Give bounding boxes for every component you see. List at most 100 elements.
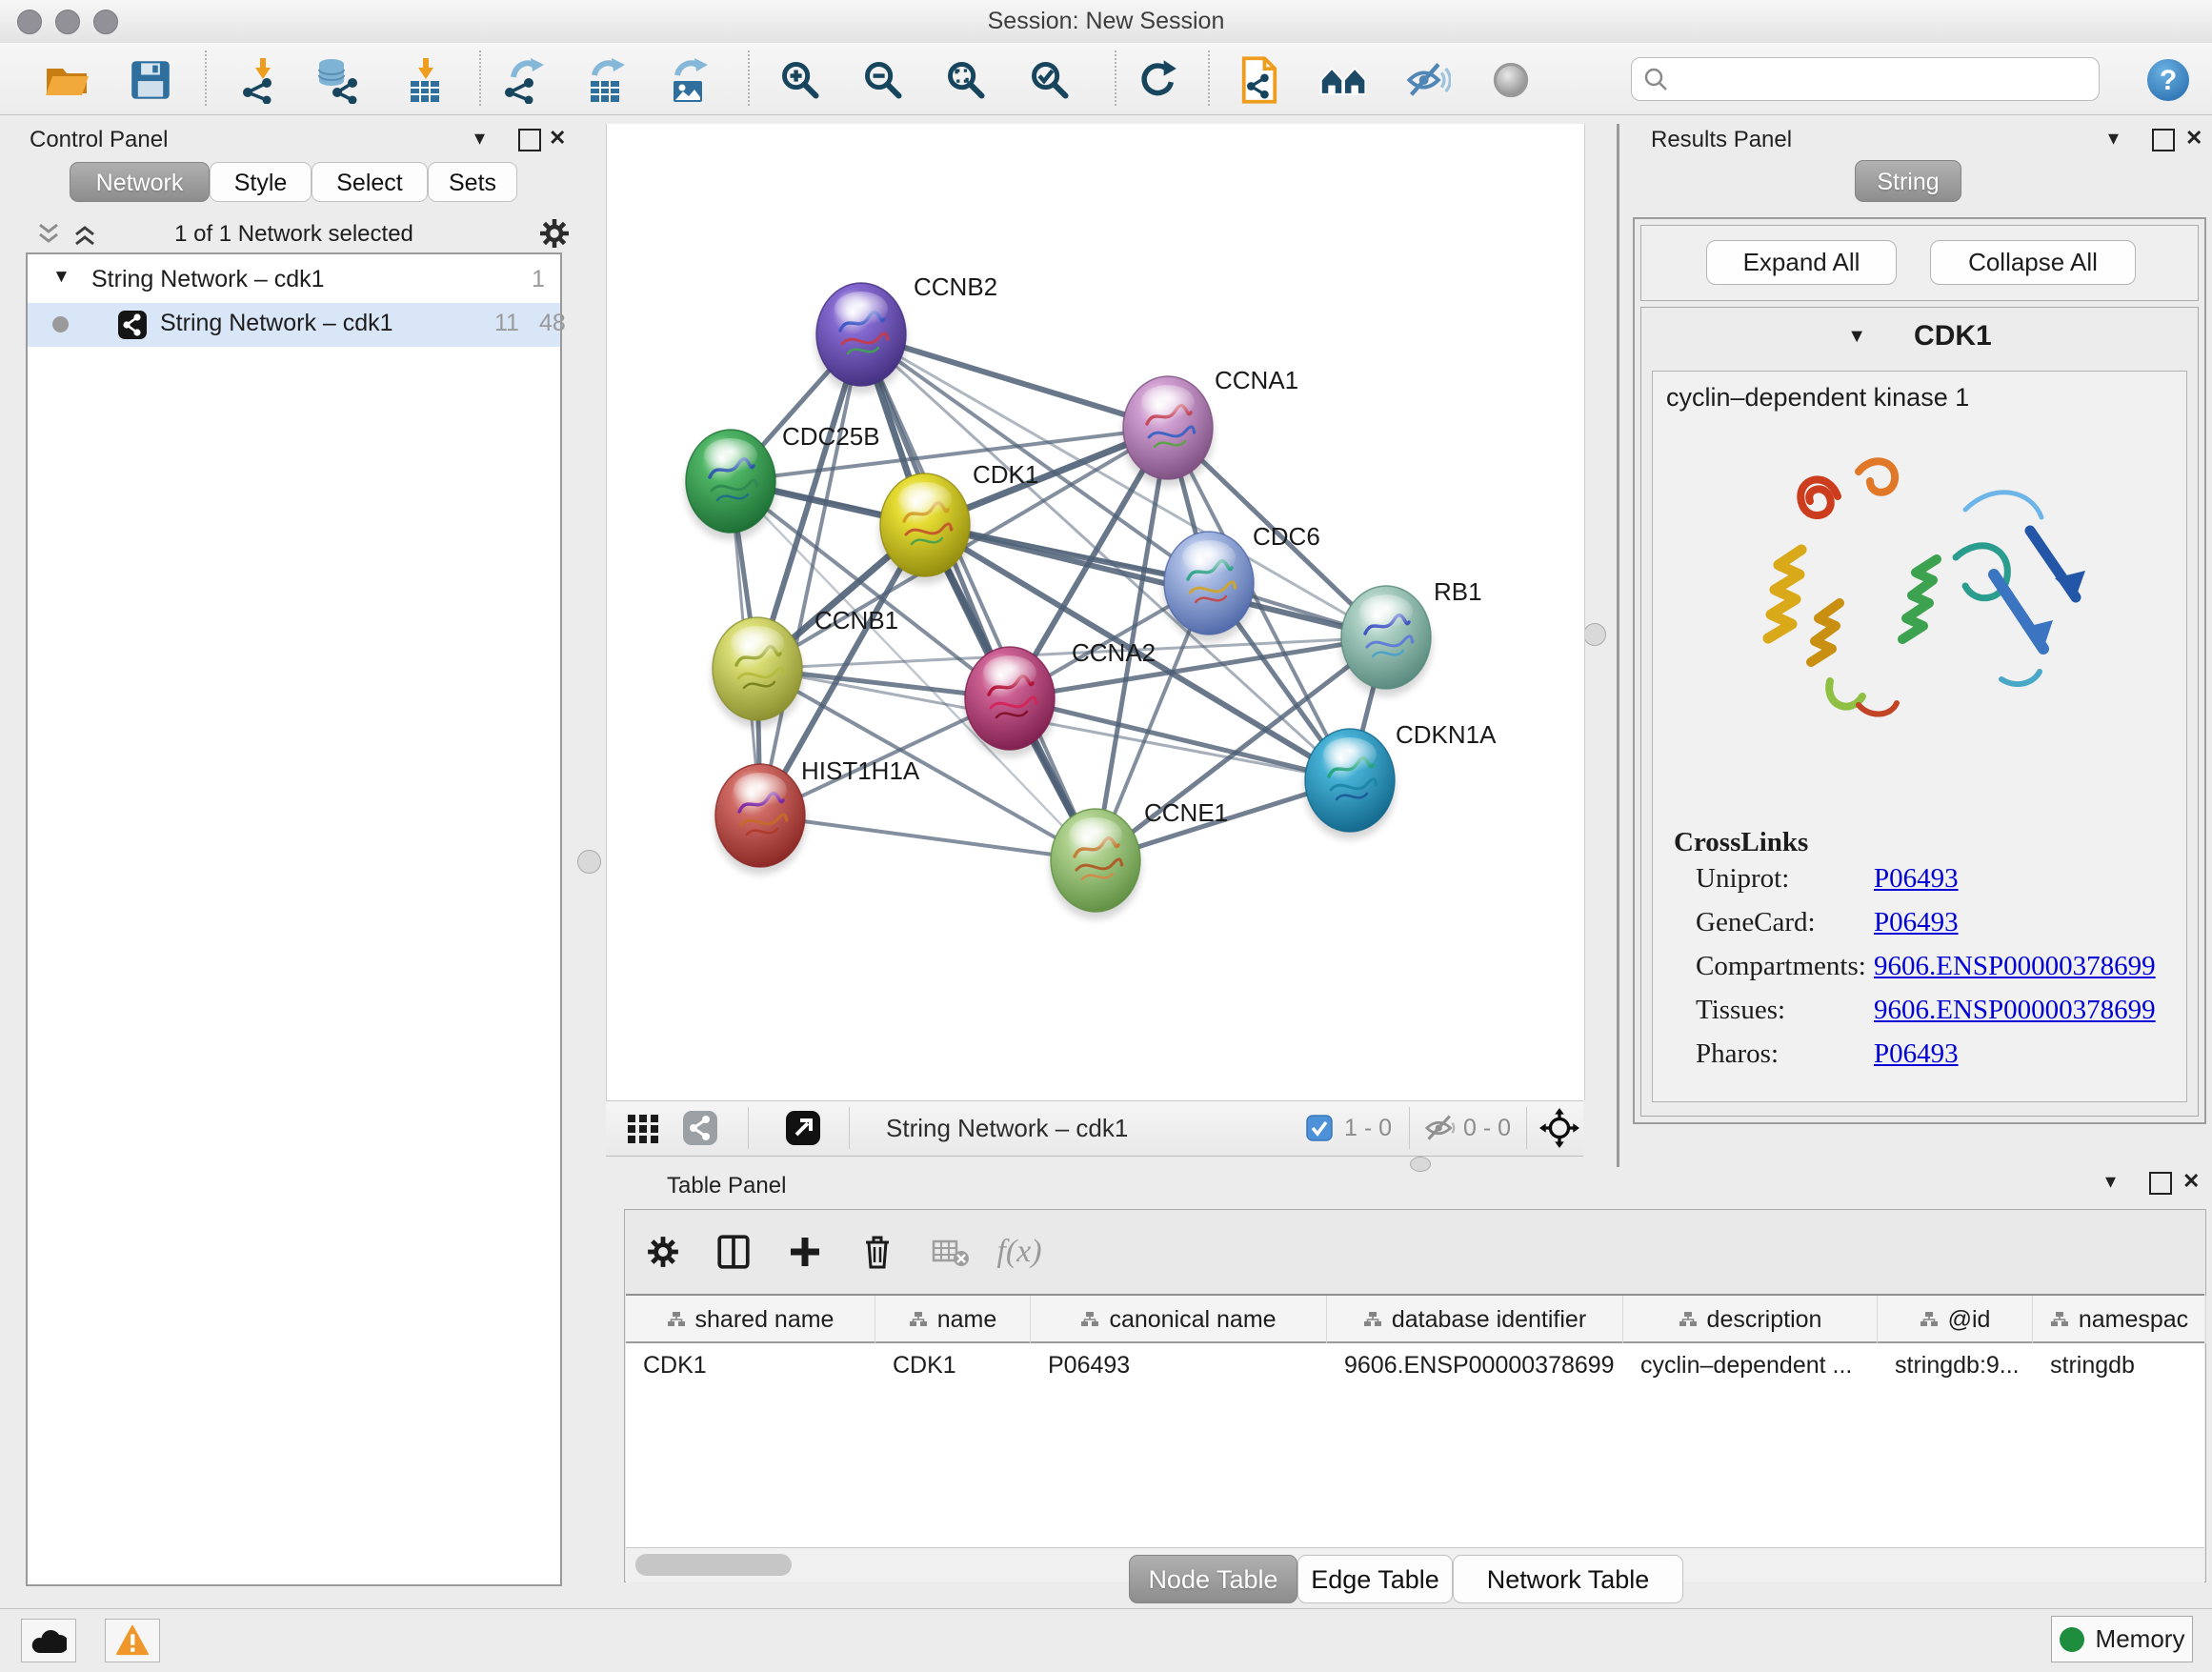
network-graph[interactable]: CCNB2CCNA1CDC25BCDK1CDC6RB1CCNB1CCNA2CDK… xyxy=(607,124,1584,1100)
tab-network[interactable]: Network xyxy=(70,162,210,202)
crosslink-value-tissues[interactable]: 9606.ENSP00000378699 xyxy=(1874,995,2156,1026)
table-float-icon[interactable] xyxy=(2149,1172,2172,1202)
panel-menu-icon[interactable]: ▾ xyxy=(474,124,485,152)
tab-node-table[interactable]: Node Table xyxy=(1129,1555,1297,1603)
column-header-shared-name[interactable]: shared name xyxy=(626,1296,875,1343)
zoom-selected-button[interactable] xyxy=(1025,55,1075,105)
control-panel: Control Panel ▾ ✕ NetworkStyleSelectSets… xyxy=(8,124,572,1591)
save-session-button[interactable] xyxy=(126,55,175,105)
node-table: shared namenamecanonical namedatabase id… xyxy=(626,1294,2204,1549)
import-network-database-button[interactable] xyxy=(313,55,363,105)
crosslink-value-genecard[interactable]: P06493 xyxy=(1874,907,1959,938)
crosslink-value-uniprot[interactable]: P06493 xyxy=(1874,863,1959,895)
network-node-CCNE1[interactable] xyxy=(1050,809,1141,919)
column-header-namespac[interactable]: namespac xyxy=(2033,1296,2206,1343)
network-options-gear-icon[interactable] xyxy=(538,217,571,250)
function-builder-button[interactable]: f(x) xyxy=(995,1227,1044,1277)
export-image-button[interactable] xyxy=(665,55,714,105)
zoom-out-button[interactable] xyxy=(858,55,908,105)
tab-edge-table[interactable]: Edge Table xyxy=(1297,1555,1453,1603)
network-node-HIST1H1A[interactable] xyxy=(714,764,806,875)
crosslink-value-compartments[interactable]: 9606.ENSP00000378699 xyxy=(1874,951,2156,982)
network-node-CDC6[interactable] xyxy=(1163,532,1255,642)
delete-column-button[interactable] xyxy=(853,1227,902,1277)
column-header-database-identifier[interactable]: database identifier xyxy=(1327,1296,1623,1343)
column-header-name[interactable]: name xyxy=(875,1296,1031,1343)
network-node-CDK1[interactable] xyxy=(879,473,971,584)
tab-string[interactable]: String xyxy=(1855,160,1961,202)
results-float-icon[interactable] xyxy=(2152,129,2175,159)
share-view-button[interactable] xyxy=(682,1109,718,1147)
delete-table-button[interactable] xyxy=(926,1227,975,1277)
gene-section-header[interactable]: ▼ CDK1 xyxy=(1641,308,2198,365)
open-in-new-button[interactable] xyxy=(785,1109,821,1147)
open-session-button[interactable] xyxy=(42,55,91,105)
tab-sets[interactable]: Sets xyxy=(428,162,517,202)
zoom-fit-button[interactable] xyxy=(941,55,991,105)
network-label: String Network – cdk1 xyxy=(160,310,393,337)
panel-float-icon[interactable] xyxy=(518,129,541,159)
column-header-description[interactable]: description xyxy=(1623,1296,1878,1343)
search-input[interactable] xyxy=(1668,61,2099,97)
zoom-in-button[interactable] xyxy=(775,55,825,105)
tab-select[interactable]: Select xyxy=(312,162,428,202)
network-canvas[interactable]: CCNB2CCNA1CDC25BCDK1CDC6RB1CCNB1CCNA2CDK… xyxy=(606,124,1585,1100)
right-splitter-handle[interactable] xyxy=(1583,623,1606,646)
warnings-button[interactable] xyxy=(105,1619,160,1662)
export-to-web-button[interactable] xyxy=(1235,55,1284,105)
network-node-CCNB1[interactable] xyxy=(712,617,803,728)
table-panel-title: Table Panel xyxy=(667,1173,786,1199)
expand-all-button[interactable]: Expand All xyxy=(1706,240,1897,285)
table-settings-button[interactable] xyxy=(638,1227,688,1277)
memory-button[interactable]: Memory xyxy=(2051,1616,2193,1662)
results-menu-icon[interactable]: ▾ xyxy=(2108,124,2119,152)
table-cell: CDK1 xyxy=(626,1343,875,1387)
show-columns-button[interactable] xyxy=(709,1227,758,1277)
table-menu-icon[interactable]: ▾ xyxy=(2105,1167,2116,1196)
column-header--id[interactable]: @id xyxy=(1878,1296,2033,1343)
collection-expand-icon[interactable]: ▼ xyxy=(52,267,70,288)
network-row-selected[interactable]: String Network – cdk1 11 48 xyxy=(28,303,560,347)
results-close-icon[interactable]: ✕ xyxy=(2185,124,2202,152)
refresh-button[interactable] xyxy=(1132,55,1181,105)
search-icon xyxy=(1643,67,1668,91)
column-tree-icon xyxy=(2050,1311,2069,1328)
results-panel: Results Panel ▾ ✕ String Expand All Coll… xyxy=(1617,124,2212,1167)
table-row[interactable]: CDK1CDK1P064939606.ENSP00000378699cyclin… xyxy=(626,1343,2204,1387)
help-button[interactable]: ? xyxy=(2143,55,2193,105)
level-of-detail-button[interactable] xyxy=(1486,55,1536,105)
network-node-CCNA1[interactable] xyxy=(1122,376,1214,487)
gene-description: cyclin–dependent kinase 1 xyxy=(1666,383,1969,413)
add-column-button[interactable] xyxy=(780,1227,830,1277)
collapse-all-button[interactable]: Collapse All xyxy=(1930,240,2136,285)
table-close-icon[interactable]: ✕ xyxy=(2182,1167,2200,1196)
panel-close-icon[interactable]: ✕ xyxy=(549,124,566,152)
cloud-status-button[interactable] xyxy=(21,1619,76,1662)
import-network-file-button[interactable] xyxy=(236,55,286,105)
export-table-button[interactable] xyxy=(582,55,632,105)
tab-network-table[interactable]: Network Table xyxy=(1453,1555,1683,1603)
network-node-CDC25B[interactable] xyxy=(685,430,776,540)
gene-collapse-icon[interactable]: ▼ xyxy=(1847,326,1866,348)
crosslink-value-pharos[interactable]: P06493 xyxy=(1874,1038,1959,1070)
home-button[interactable] xyxy=(1319,55,1369,105)
network-node-CCNA2[interactable] xyxy=(964,647,1056,757)
fit-selected-button[interactable] xyxy=(1539,1109,1579,1147)
tab-style[interactable]: Style xyxy=(210,162,312,202)
hidden-toggle[interactable] xyxy=(1423,1109,1458,1147)
zoom-selected-icon xyxy=(1029,59,1071,101)
column-header-canonical-name[interactable]: canonical name xyxy=(1031,1296,1327,1343)
network-node-CDKN1A[interactable] xyxy=(1304,729,1396,839)
export-network-button[interactable] xyxy=(500,55,550,105)
network-node-CCNB2[interactable] xyxy=(815,283,907,393)
table-cell: stringdb:9... xyxy=(1878,1343,2033,1387)
network-collection-row[interactable]: ▼ String Network – cdk1 1 xyxy=(28,259,560,303)
node-label-CDC6: CDC6 xyxy=(1253,522,1320,551)
grid-mode-button[interactable] xyxy=(627,1109,661,1147)
import-table-button[interactable] xyxy=(400,55,450,105)
network-node-RB1[interactable] xyxy=(1340,586,1432,696)
left-splitter-handle[interactable] xyxy=(577,850,601,874)
node-label-CDC25B: CDC25B xyxy=(782,422,880,451)
hide-graphics-button[interactable] xyxy=(1403,55,1453,105)
selected-checkbox[interactable] xyxy=(1306,1109,1333,1147)
